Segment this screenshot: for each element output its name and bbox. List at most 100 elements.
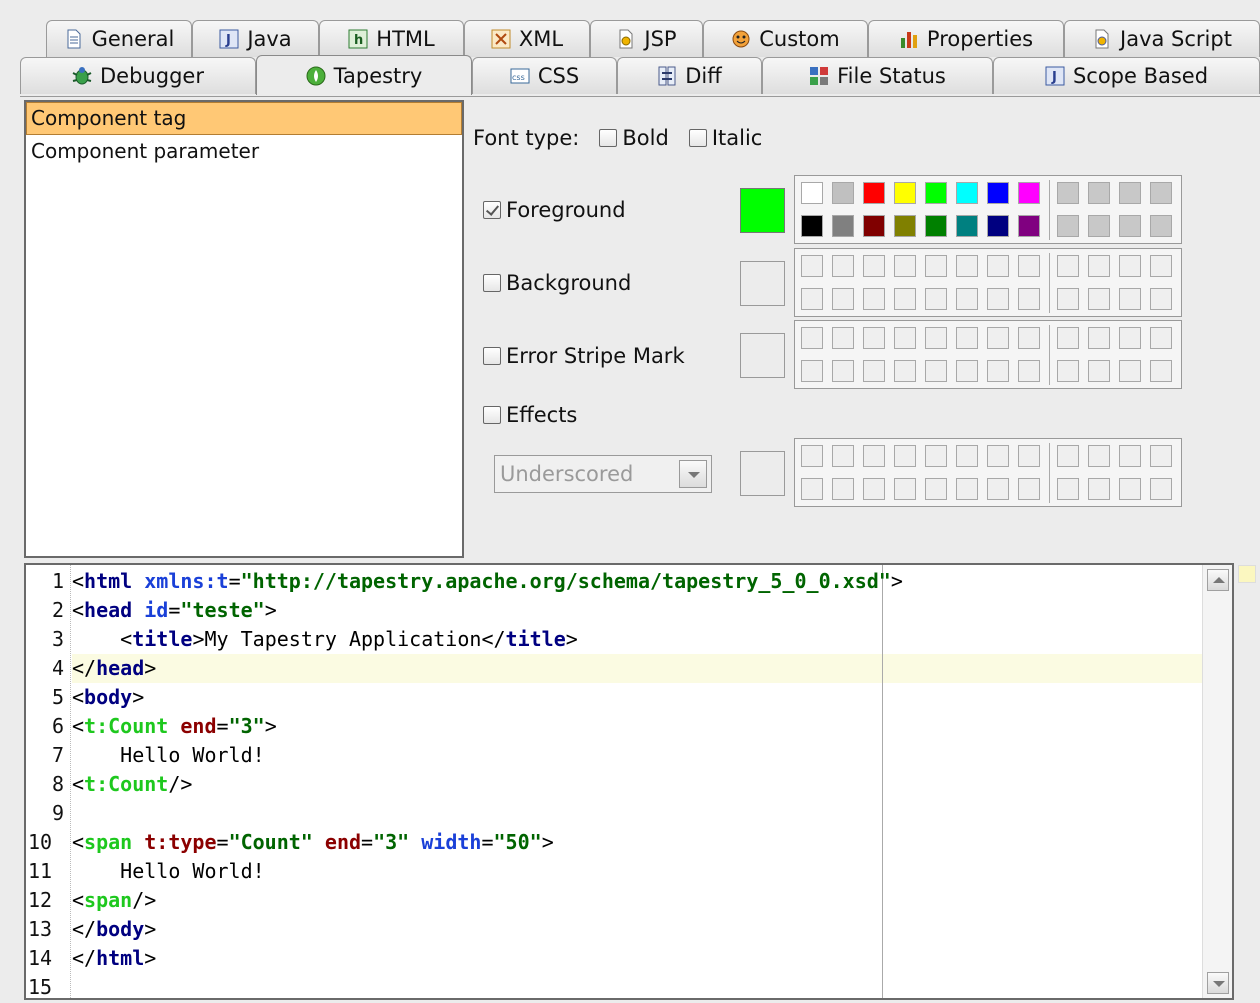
palette-color-cell[interactable] xyxy=(956,182,978,204)
palette-color-cell[interactable] xyxy=(1150,360,1172,382)
tab-general[interactable]: General xyxy=(46,20,192,57)
background-checkbox[interactable] xyxy=(483,274,501,292)
scroll-up-icon[interactable] xyxy=(1207,569,1229,591)
palette-color-cell[interactable] xyxy=(1088,360,1110,382)
palette-color-cell[interactable] xyxy=(894,360,916,382)
vertical-scrollbar[interactable] xyxy=(1202,565,1232,998)
palette-color-cell[interactable] xyxy=(1150,215,1172,237)
error-stripe-checkbox[interactable] xyxy=(483,347,501,365)
palette-color-cell[interactable] xyxy=(801,445,823,467)
palette-color-cell[interactable] xyxy=(801,288,823,310)
palette-color-cell[interactable] xyxy=(1150,255,1172,277)
palette-color-cell[interactable] xyxy=(987,360,1009,382)
palette-color-cell[interactable] xyxy=(987,445,1009,467)
tab-tapestry[interactable]: Tapestry xyxy=(256,55,472,95)
palette-color-cell[interactable] xyxy=(863,288,885,310)
palette-color-cell[interactable] xyxy=(863,215,885,237)
palette-color-cell[interactable] xyxy=(925,215,947,237)
palette-color-cell[interactable] xyxy=(1119,255,1141,277)
preview-editor[interactable]: 1 2 3 4 5 6 7 8 9 10 11 12 13 14 15 <htm… xyxy=(24,563,1234,1000)
tab-jsp[interactable]: JSP xyxy=(590,20,703,57)
palette-color-cell[interactable] xyxy=(1119,288,1141,310)
palette-color-cell[interactable] xyxy=(987,215,1009,237)
palette-color-cell[interactable] xyxy=(987,478,1009,500)
category-list[interactable]: Component tag Component parameter xyxy=(24,100,464,558)
palette-color-cell[interactable] xyxy=(1057,445,1079,467)
palette-color-cell[interactable] xyxy=(1150,478,1172,500)
palette-color-cell[interactable] xyxy=(801,255,823,277)
tab-java[interactable]: J Java xyxy=(192,20,319,57)
palette-color-cell[interactable] xyxy=(1088,182,1110,204)
palette-color-cell[interactable] xyxy=(1018,215,1040,237)
effects-dropdown[interactable]: Underscored xyxy=(494,455,712,493)
palette-color-cell[interactable] xyxy=(1119,327,1141,349)
palette-color-cell[interactable] xyxy=(1018,445,1040,467)
palette-color-cell[interactable] xyxy=(801,215,823,237)
palette-color-cell[interactable] xyxy=(801,478,823,500)
tab-xml[interactable]: XML xyxy=(464,20,590,57)
tab-scope-based[interactable]: J Scope Based xyxy=(993,57,1260,94)
palette-color-cell[interactable] xyxy=(1018,182,1040,204)
palette-color-cell[interactable] xyxy=(925,182,947,204)
list-item-component-tag[interactable]: Component tag xyxy=(26,102,462,135)
palette-color-cell[interactable] xyxy=(801,327,823,349)
palette-color-cell[interactable] xyxy=(894,182,916,204)
foreground-color-swatch[interactable] xyxy=(740,188,785,233)
palette-color-cell[interactable] xyxy=(1088,288,1110,310)
palette-color-cell[interactable] xyxy=(956,288,978,310)
palette-color-cell[interactable] xyxy=(832,327,854,349)
palette-color-cell[interactable] xyxy=(1088,478,1110,500)
palette-color-cell[interactable] xyxy=(863,360,885,382)
palette-color-cell[interactable] xyxy=(925,327,947,349)
palette-color-cell[interactable] xyxy=(1119,182,1141,204)
palette-color-cell[interactable] xyxy=(894,215,916,237)
palette-color-cell[interactable] xyxy=(1088,215,1110,237)
palette-color-cell[interactable] xyxy=(925,288,947,310)
palette-color-cell[interactable] xyxy=(894,327,916,349)
foreground-checkbox[interactable] xyxy=(483,201,501,219)
palette-color-cell[interactable] xyxy=(801,182,823,204)
palette-color-cell[interactable] xyxy=(1057,360,1079,382)
palette-color-cell[interactable] xyxy=(801,360,823,382)
palette-color-cell[interactable] xyxy=(925,360,947,382)
error-stripe-color-swatch[interactable] xyxy=(740,333,785,378)
tab-css[interactable]: css CSS xyxy=(472,57,617,94)
palette-color-cell[interactable] xyxy=(1150,445,1172,467)
palette-color-cell[interactable] xyxy=(1018,360,1040,382)
palette-color-cell[interactable] xyxy=(863,478,885,500)
palette-color-cell[interactable] xyxy=(1057,182,1079,204)
list-item-component-parameter[interactable]: Component parameter xyxy=(26,135,462,168)
palette-color-cell[interactable] xyxy=(863,327,885,349)
palette-color-cell[interactable] xyxy=(987,255,1009,277)
effects-palette[interactable] xyxy=(794,438,1182,507)
palette-color-cell[interactable] xyxy=(832,255,854,277)
palette-color-cell[interactable] xyxy=(956,360,978,382)
palette-color-cell[interactable] xyxy=(832,215,854,237)
foreground-palette[interactable] xyxy=(794,175,1182,244)
palette-color-cell[interactable] xyxy=(1057,215,1079,237)
tab-html[interactable]: h HTML xyxy=(319,20,464,57)
palette-color-cell[interactable] xyxy=(987,327,1009,349)
effects-checkbox[interactable] xyxy=(483,406,501,424)
palette-color-cell[interactable] xyxy=(832,360,854,382)
tab-debugger[interactable]: Debugger xyxy=(20,57,256,94)
palette-color-cell[interactable] xyxy=(894,445,916,467)
background-color-swatch[interactable] xyxy=(740,261,785,306)
palette-color-cell[interactable] xyxy=(832,445,854,467)
palette-color-cell[interactable] xyxy=(832,478,854,500)
palette-color-cell[interactable] xyxy=(1150,182,1172,204)
palette-color-cell[interactable] xyxy=(1057,478,1079,500)
palette-color-cell[interactable] xyxy=(1057,288,1079,310)
palette-color-cell[interactable] xyxy=(1018,288,1040,310)
palette-color-cell[interactable] xyxy=(925,478,947,500)
tab-properties[interactable]: Properties xyxy=(868,20,1064,57)
palette-color-cell[interactable] xyxy=(1119,445,1141,467)
palette-color-cell[interactable] xyxy=(863,255,885,277)
tab-java-script[interactable]: Java Script xyxy=(1064,20,1260,57)
palette-color-cell[interactable] xyxy=(1018,327,1040,349)
italic-checkbox[interactable] xyxy=(688,129,707,147)
effects-color-swatch[interactable] xyxy=(740,451,785,496)
palette-color-cell[interactable] xyxy=(1018,478,1040,500)
palette-color-cell[interactable] xyxy=(1057,327,1079,349)
palette-color-cell[interactable] xyxy=(925,445,947,467)
